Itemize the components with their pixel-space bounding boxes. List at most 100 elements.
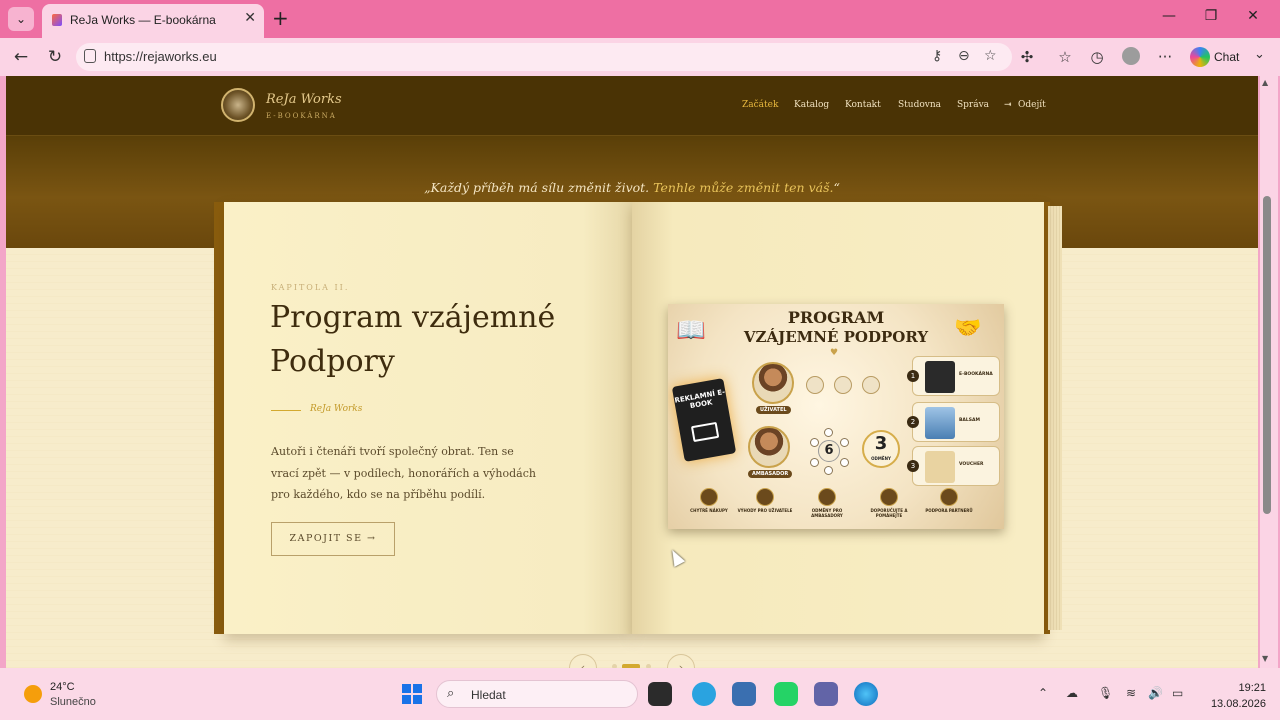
- next-slide-button[interactable]: ›: [667, 654, 695, 668]
- tab-title: ReJa Works — E-bookárna: [70, 13, 216, 27]
- more-options-icon[interactable]: ···: [1154, 48, 1176, 66]
- heart-icon: ♥: [830, 348, 839, 358]
- profile-avatar[interactable]: [1122, 47, 1140, 65]
- extensions-icon[interactable]: ✣: [1016, 48, 1038, 66]
- book-page-stack: [1048, 206, 1062, 630]
- zoom-icon[interactable]: ⊖: [958, 48, 970, 64]
- chat-label: Chat: [1214, 50, 1240, 64]
- network-dot: [824, 428, 833, 437]
- program-infographic: PROGRAM VZÁJEMNÉ PODPORY 📖 🤝 ♥ REKLAMNÍ …: [668, 304, 1004, 529]
- nav-catalog[interactable]: Katalog: [794, 100, 829, 110]
- clock[interactable]: 19:21 13.08.2026: [1196, 680, 1266, 712]
- nav-contact[interactable]: Kontakt: [845, 100, 881, 110]
- chapter-label: KAPITOLA II.: [271, 283, 350, 292]
- bottom-label: VÝHODY PRO UŽIVATELE: [737, 508, 793, 513]
- key-icon[interactable]: ⚷: [932, 48, 942, 64]
- favorite-star-icon[interactable]: ☆: [984, 48, 997, 64]
- reward-label: VOUCHER: [959, 462, 984, 467]
- bottom-label: CHYTRÉ NÁKUPY: [690, 508, 728, 513]
- url-text[interactable]: https://rejaworks.eu: [104, 49, 217, 64]
- cart-icon: [806, 376, 824, 394]
- windows-logo-tile: [413, 684, 422, 693]
- sun-icon[interactable]: [24, 685, 42, 703]
- weather-temp[interactable]: 24°C: [50, 681, 75, 693]
- history-icon[interactable]: ◷: [1086, 48, 1108, 66]
- tab-actions-menu-button[interactable]: ⌄: [8, 7, 34, 31]
- task-view-icon[interactable]: [648, 682, 672, 706]
- nav-study[interactable]: Studovna: [898, 100, 941, 110]
- battery-icon[interactable]: ▭: [1172, 686, 1183, 700]
- network-dot: [810, 438, 819, 447]
- logo-icon[interactable]: [221, 88, 255, 122]
- title-line-1: Program vzájemné: [270, 300, 556, 335]
- join-button[interactable]: ZAPOJIT SE →: [271, 522, 395, 556]
- reward-number: 1: [907, 370, 919, 382]
- ambassador-avatar: [748, 426, 790, 468]
- quote-highlight: Tenhle může změnit ten váš.: [653, 180, 834, 195]
- windows-logo-tile: [413, 695, 422, 704]
- refresh-icon[interactable]: ↻: [44, 47, 66, 67]
- window-close-icon[interactable]: ✕: [1238, 8, 1268, 24]
- weather-condition[interactable]: Slunečno: [50, 696, 96, 708]
- whatsapp-icon[interactable]: [774, 682, 798, 706]
- hero-quote: „Každý příběh má sílu změnit život. Tenh…: [6, 180, 1258, 195]
- logout-icon[interactable]: ⇥: [1004, 100, 1012, 110]
- taskbar-search[interactable]: ⌕ Hledat: [436, 680, 638, 708]
- balsam-bottles-image: [925, 407, 955, 439]
- wifi-icon[interactable]: ≋: [1126, 686, 1136, 700]
- lock-icon: [834, 376, 852, 394]
- network-count: 6: [818, 440, 840, 462]
- scroll-up-icon[interactable]: ▲: [1262, 78, 1268, 87]
- favorites-icon[interactable]: ☆: [1054, 48, 1076, 66]
- network-dot: [840, 438, 849, 447]
- scroll-down-icon[interactable]: ▼: [1262, 654, 1268, 663]
- book-cover-left: [214, 202, 224, 634]
- reward-label: E-BOOKÁRNA: [959, 372, 993, 377]
- new-tab-button[interactable]: +: [272, 6, 289, 30]
- rewards-label: ODMĚNY: [871, 456, 891, 461]
- tray-overflow-icon[interactable]: ⌃: [1038, 686, 1048, 700]
- teams-icon[interactable]: [814, 682, 838, 706]
- back-icon[interactable]: ←: [10, 47, 32, 67]
- minimize-icon[interactable]: —: [1154, 8, 1184, 24]
- brand-subtitle: E-BOOKÁRNA: [266, 112, 337, 120]
- browser-tab[interactable]: ReJa Works — E-bookárna ✕: [42, 4, 264, 38]
- address-bar[interactable]: https://rejaworks.eu ⚷ ⊖ ☆: [76, 43, 1012, 71]
- brand-name[interactable]: ReJa Works: [266, 92, 342, 107]
- network-dot: [824, 466, 833, 475]
- scrollbar-thumb[interactable]: [1263, 196, 1271, 514]
- edge-icon[interactable]: [854, 682, 878, 706]
- telegram-icon[interactable]: [692, 682, 716, 706]
- site-header: ReJa Works E-BOOKÁRNA Začátek Katalog Ko…: [6, 76, 1258, 136]
- nav-home[interactable]: Začátek: [742, 100, 778, 110]
- onedrive-icon[interactable]: ☁: [1066, 686, 1078, 700]
- microphone-icon[interactable]: 🎙: [1098, 686, 1113, 700]
- search-placeholder: Hledat: [471, 688, 506, 702]
- recommend-icon: [880, 488, 898, 506]
- windows-logo-tile: [402, 695, 411, 704]
- reward-ebookarna: 1 E-BOOKÁRNA: [907, 356, 1000, 396]
- copilot-chat-button[interactable]: Chat: [1186, 44, 1247, 70]
- previous-slide-button[interactable]: ‹: [569, 654, 597, 668]
- copilot-icon: [1190, 47, 1210, 67]
- network-dot: [840, 458, 849, 467]
- tab-close-icon[interactable]: ✕: [244, 10, 256, 26]
- nav-admin[interactable]: Správa: [957, 100, 989, 110]
- user-label: UŽIVATEL: [756, 406, 791, 414]
- remote-desktop-icon[interactable]: [732, 682, 756, 706]
- time: 19:21: [1238, 682, 1266, 694]
- reward-balsam: 2 BALSAM: [907, 402, 1000, 442]
- chevron-down-icon[interactable]: ⌄: [1254, 47, 1265, 62]
- volume-icon[interactable]: 🔊: [1148, 686, 1163, 700]
- promo-ebook-image: REKLAMNÍ E-BOOK: [671, 378, 737, 462]
- reward-number: 2: [907, 416, 919, 428]
- start-button[interactable]: [402, 684, 422, 704]
- description: Autoři i čtenáři tvoří společný obrat. T…: [271, 445, 536, 501]
- divider: [271, 410, 301, 411]
- restore-icon[interactable]: ❐: [1196, 8, 1226, 24]
- author-byline: ReJa Works: [310, 404, 363, 414]
- nav-logout[interactable]: Odejít: [1018, 100, 1046, 110]
- user-benefits-icon: [756, 488, 774, 506]
- lock-icon: [84, 49, 96, 63]
- handshake-icon: 🤝: [954, 316, 982, 341]
